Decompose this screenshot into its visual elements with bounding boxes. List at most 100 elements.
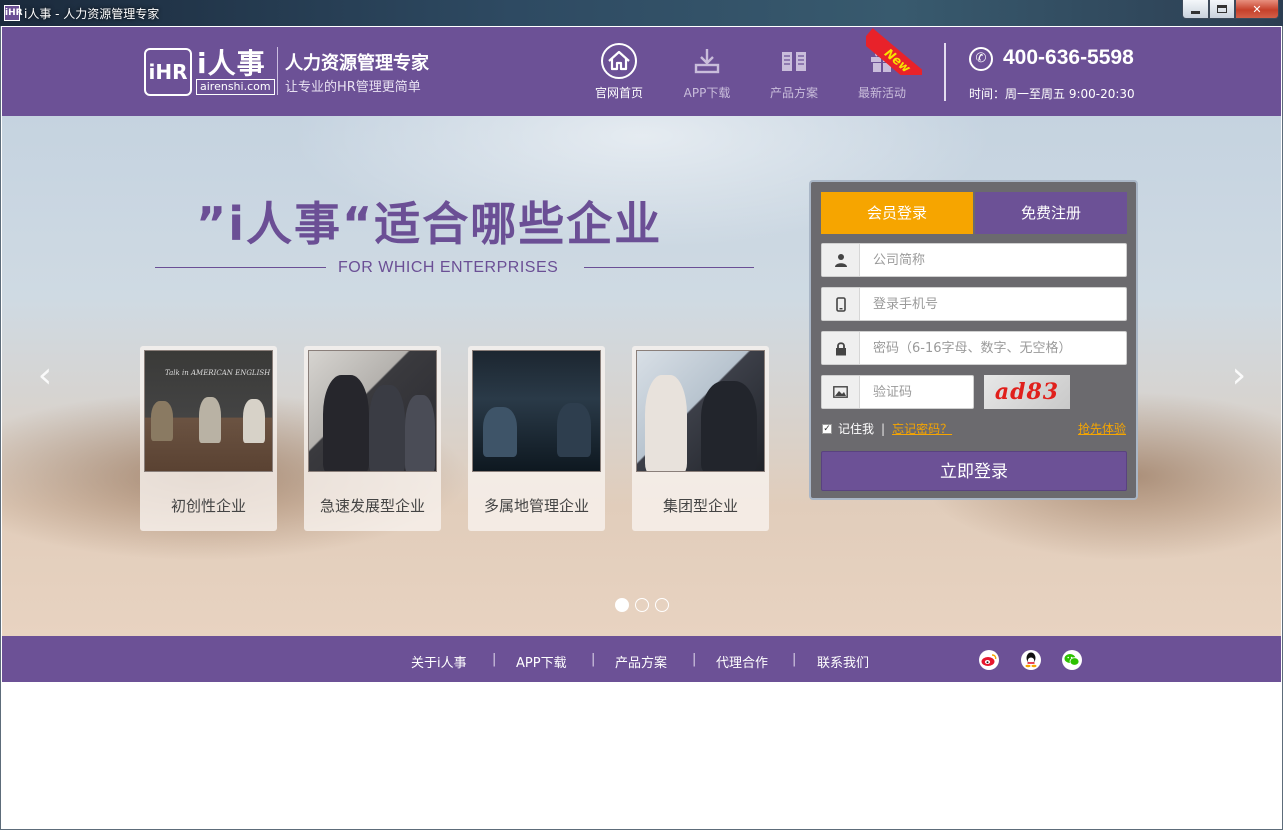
minimize-icon — [1191, 10, 1200, 14]
maximize-button[interactable] — [1209, 0, 1235, 19]
remember-row: ✓ 记住我 | 忘记密码？ — [822, 420, 952, 437]
logo-url: airenshi.com — [196, 79, 275, 95]
blackboard-text: Talk in AMERICAN ENGLISH — [165, 369, 271, 377]
enterprise-card-fast-growth[interactable]: 急速发展型企业 — [304, 346, 441, 531]
prev-slide-arrow[interactable]: ‹ — [34, 356, 56, 396]
new-badge-text: New — [866, 28, 922, 75]
enterprise-card-multi-site[interactable]: 多属地管理企业 — [468, 346, 605, 531]
enterprise-card-label: 集团型企业 — [662, 497, 738, 515]
logo-divider — [277, 47, 278, 95]
photo-figure — [701, 381, 757, 471]
early-trial-link[interactable]: 抢先体验 — [1078, 420, 1126, 437]
hotline-number: 400-636-5598 — [1003, 46, 1134, 69]
card-photo-multi-site — [472, 350, 601, 472]
photo-figure — [151, 401, 173, 441]
mobile-icon — [822, 288, 860, 320]
card-photo-group — [636, 350, 765, 472]
wechat-icon[interactable] — [1062, 650, 1082, 670]
logo-text[interactable]: i人事 — [197, 42, 266, 82]
qq-icon[interactable] — [1021, 650, 1041, 670]
slide-dot-3[interactable] — [655, 598, 669, 612]
user-icon — [822, 244, 860, 276]
new-badge: New — [866, 27, 922, 75]
download-icon — [688, 42, 726, 80]
footer-link-partners[interactable]: 代理合作 — [716, 652, 768, 671]
nav-app-download[interactable]: APP下载 — [667, 27, 747, 116]
image-icon — [822, 376, 860, 408]
banner-rule-right — [584, 267, 754, 268]
card-photo-startup: Talk in AMERICAN ENGLISH — [144, 350, 273, 472]
banner-subtitle: FOR WHICH ENTERPRISES — [338, 259, 559, 276]
slogan-main: 人力资源管理专家 — [285, 53, 429, 74]
weibo-icon[interactable] — [979, 650, 999, 670]
tab-free-register[interactable]: 免费注册 — [975, 192, 1127, 234]
enterprise-card-label: 多属地管理企业 — [483, 497, 589, 515]
footer-separator: | — [492, 652, 497, 667]
home-icon — [600, 42, 638, 80]
maximize-icon — [1217, 5, 1227, 13]
chevron-left-icon: ‹ — [37, 355, 53, 396]
login-submit-button[interactable]: 立即登录 — [821, 451, 1127, 491]
enterprise-card-startup[interactable]: Talk in AMERICAN ENGLISH 初创性企业 — [140, 346, 277, 531]
photo-figure — [483, 407, 517, 457]
remember-separator: | — [881, 421, 886, 436]
captcha-field — [821, 375, 974, 409]
slide-dot-2[interactable] — [635, 598, 649, 612]
close-button[interactable]: ✕ — [1235, 0, 1279, 19]
phone-field — [821, 287, 1127, 321]
nav-home[interactable]: 官网首页 — [579, 27, 659, 116]
service-hours: 时间：周一至周五 9:00-20:30 — [969, 87, 1135, 101]
photo-figure — [323, 375, 369, 471]
window-controls: ✕ — [1182, 0, 1279, 20]
footer-link-about[interactable]: 关于i人事 — [411, 652, 467, 671]
footer-link-contact[interactable]: 联系我们 — [817, 652, 869, 671]
minimize-button[interactable] — [1182, 0, 1209, 19]
slide-indicators — [615, 598, 669, 612]
logo-mark[interactable]: iHR — [144, 48, 192, 96]
card-photo-fast-growth — [308, 350, 437, 472]
book-icon — [775, 42, 813, 80]
remember-checkbox[interactable]: ✓ — [822, 423, 832, 434]
enterprise-card-label: 初创性企业 — [170, 497, 246, 515]
enterprise-card-label: 急速发展型企业 — [319, 497, 425, 515]
nav-home-label: 官网首页 — [594, 86, 643, 100]
photo-figure — [645, 375, 687, 471]
header-divider — [944, 43, 946, 101]
password-field — [821, 331, 1127, 365]
close-icon: ✕ — [1252, 2, 1262, 16]
login-panel: 会员登录 免费注册 ad83 ✓ 记住我 | 忘记密码？ 抢先体验 立即登录 — [809, 180, 1138, 500]
phone-input[interactable] — [862, 288, 1122, 320]
nav-app-download-label: APP下载 — [683, 86, 731, 100]
footer-separator: | — [591, 652, 596, 667]
banner-rule-left — [155, 267, 326, 268]
enterprise-card-group[interactable]: 集团型企业 — [632, 346, 769, 531]
footer-link-products[interactable]: 产品方案 — [615, 652, 667, 671]
site-header: iHR i人事 airenshi.com 人力资源管理专家 让专业的HR管理更简… — [2, 27, 1281, 116]
nav-products-label: 产品方案 — [769, 86, 818, 100]
tab-member-login[interactable]: 会员登录 — [821, 192, 973, 234]
footer-link-app[interactable]: APP下载 — [516, 652, 567, 671]
captcha-image[interactable]: ad83 — [984, 375, 1070, 409]
window-titlebar: iHR i人事 - 人力资源管理专家 ✕ — [0, 0, 1283, 26]
nav-products[interactable]: 产品方案 — [754, 27, 834, 116]
remember-label[interactable]: 记住我 — [838, 420, 874, 437]
window-title: i人事 - 人力资源管理专家 — [24, 7, 160, 21]
slogan-sub: 让专业的HR管理更简单 — [285, 80, 421, 95]
nav-activities-label: 最新活动 — [857, 86, 906, 100]
photo-figure — [557, 403, 591, 457]
lock-icon — [822, 332, 860, 364]
password-input[interactable] — [862, 332, 1122, 364]
next-slide-arrow[interactable]: › — [1228, 356, 1250, 396]
photo-figure — [369, 385, 405, 471]
photo-figure — [405, 395, 435, 471]
banner-title: ”i人事“适合哪些企业 — [196, 197, 663, 251]
company-input[interactable] — [862, 244, 1122, 276]
company-field — [821, 243, 1127, 277]
slide-dot-1[interactable] — [615, 598, 629, 612]
captcha-input[interactable] — [862, 376, 970, 408]
forgot-password-link[interactable]: 忘记密码？ — [892, 420, 952, 437]
footer-separator: | — [692, 652, 697, 667]
phone-icon: ✆ — [969, 47, 993, 71]
photo-figure — [199, 397, 221, 443]
footer-bar: 关于i人事 | APP下载 | 产品方案 | 代理合作 | 联系我们 — [2, 636, 1281, 682]
